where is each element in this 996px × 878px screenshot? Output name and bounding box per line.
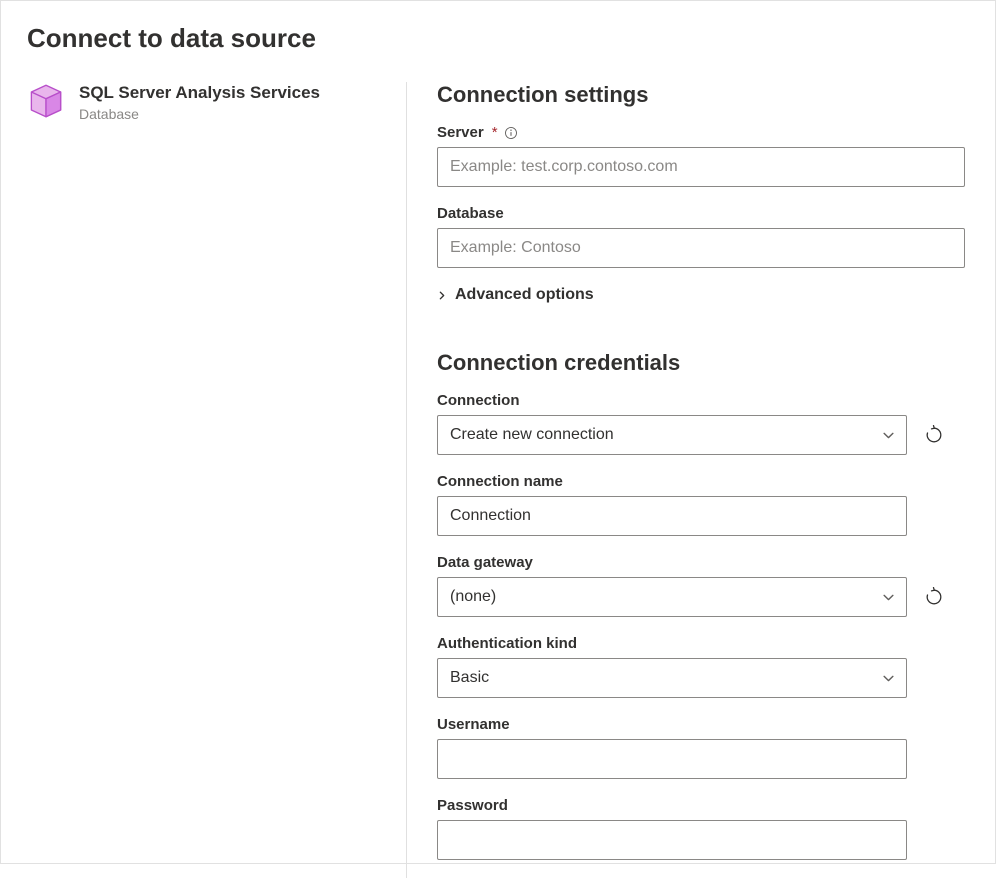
credentials-heading: Connection credentials [437,350,965,376]
gateway-label: Data gateway [437,554,533,571]
required-marker: * [492,124,498,141]
connection-label: Connection [437,392,520,409]
chevron-right-icon [437,290,447,300]
server-label-row: Server * [437,124,965,141]
connection-name-input[interactable] [437,496,907,536]
database-field: Database [437,205,965,268]
username-input[interactable] [437,739,907,779]
server-input[interactable] [437,147,965,187]
source-text: SQL Server Analysis Services Database [79,82,320,122]
database-label: Database [437,205,504,222]
form-panel: Connection settings Server * Database [407,82,969,878]
source-panel: SQL Server Analysis Services Database [27,82,407,878]
server-label: Server [437,124,484,141]
username-field: Username [437,716,965,779]
connection-value: Create new connection [450,426,614,443]
gateway-value: (none) [450,588,496,605]
body: SQL Server Analysis Services Database Co… [27,82,969,878]
auth-kind-select[interactable]: Basic [437,658,907,698]
password-input[interactable] [437,820,907,860]
server-field: Server * [437,124,965,187]
username-label: Username [437,716,510,733]
connection-field: Connection Create new connection [437,392,965,455]
auth-kind-value: Basic [450,669,489,686]
connection-name-field: Connection name [437,473,965,536]
source-card: SQL Server Analysis Services Database [27,82,382,122]
advanced-options-toggle[interactable]: Advanced options [437,286,594,304]
page-title: Connect to data source [27,23,969,54]
cube-icon [27,82,65,120]
auth-kind-label: Authentication kind [437,635,577,652]
gateway-refresh-button[interactable] [923,586,945,608]
source-name: SQL Server Analysis Services [79,82,320,104]
auth-kind-field: Authentication kind Basic [437,635,965,698]
database-input[interactable] [437,228,965,268]
connection-refresh-button[interactable] [923,424,945,446]
connection-select[interactable]: Create new connection [437,415,907,455]
source-category: Database [79,106,320,122]
info-icon[interactable] [504,125,519,140]
advanced-options-label: Advanced options [455,286,594,304]
password-label: Password [437,797,508,814]
connection-name-label: Connection name [437,473,563,490]
password-field: Password [437,797,965,860]
gateway-field: Data gateway (none) [437,554,965,617]
settings-heading: Connection settings [437,82,965,108]
gateway-select[interactable]: (none) [437,577,907,617]
dialog-frame: Connect to data source SQL Server Analys… [0,0,996,864]
